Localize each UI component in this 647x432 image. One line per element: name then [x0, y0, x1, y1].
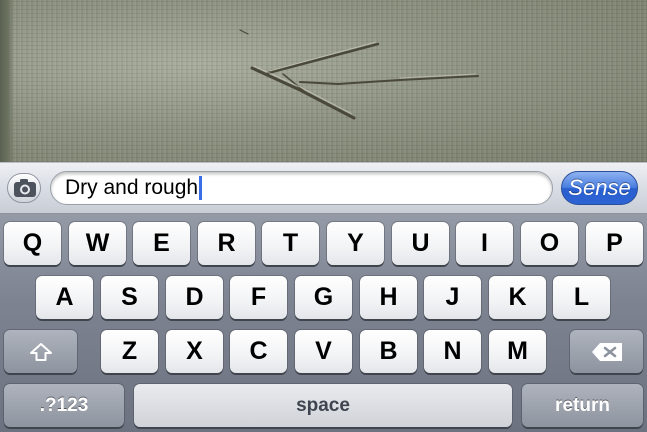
- key-z[interactable]: Z: [101, 330, 158, 373]
- key-j[interactable]: J: [424, 276, 481, 319]
- delete-key[interactable]: [570, 330, 643, 373]
- numbers-key[interactable]: .?123: [4, 384, 124, 427]
- key-s[interactable]: S: [101, 276, 158, 319]
- key-n[interactable]: N: [424, 330, 481, 373]
- text-cursor: [199, 176, 203, 200]
- key-u[interactable]: U: [392, 222, 449, 265]
- input-bar: Dry and rough Sense: [0, 162, 647, 214]
- space-key[interactable]: space: [134, 384, 512, 427]
- shift-arrow-icon: [29, 342, 52, 361]
- key-c[interactable]: C: [230, 330, 287, 373]
- key-g[interactable]: G: [295, 276, 352, 319]
- key-r[interactable]: R: [198, 222, 255, 265]
- key-k[interactable]: K: [489, 276, 546, 319]
- camera-button[interactable]: [7, 173, 41, 203]
- keyboard: Q W E R T Y U I O P A S D F G H J K L Z …: [0, 214, 647, 432]
- key-t[interactable]: T: [262, 222, 319, 265]
- key-o[interactable]: O: [521, 222, 578, 265]
- key-y[interactable]: Y: [327, 222, 384, 265]
- key-x[interactable]: X: [166, 330, 223, 373]
- key-h[interactable]: H: [360, 276, 417, 319]
- key-w[interactable]: W: [69, 222, 126, 265]
- twig-illustration: [239, 29, 479, 120]
- key-d[interactable]: D: [166, 276, 223, 319]
- description-text-field[interactable]: Dry and rough: [50, 171, 553, 205]
- camera-icon: [14, 179, 36, 197]
- camera-preview: [0, 0, 647, 162]
- key-b[interactable]: B: [360, 330, 417, 373]
- text-field-value: Dry and rough: [65, 176, 199, 199]
- key-v[interactable]: V: [295, 330, 352, 373]
- key-e[interactable]: E: [133, 222, 190, 265]
- key-m[interactable]: M: [489, 330, 546, 373]
- key-q[interactable]: Q: [4, 222, 61, 265]
- key-l[interactable]: L: [553, 276, 610, 319]
- sense-button[interactable]: Sense: [561, 171, 638, 205]
- shift-key[interactable]: [4, 330, 77, 373]
- key-i[interactable]: I: [456, 222, 513, 265]
- key-p[interactable]: P: [586, 222, 643, 265]
- return-key[interactable]: return: [522, 384, 643, 427]
- key-f[interactable]: F: [230, 276, 287, 319]
- backspace-icon: [591, 342, 622, 361]
- key-a[interactable]: A: [36, 276, 93, 319]
